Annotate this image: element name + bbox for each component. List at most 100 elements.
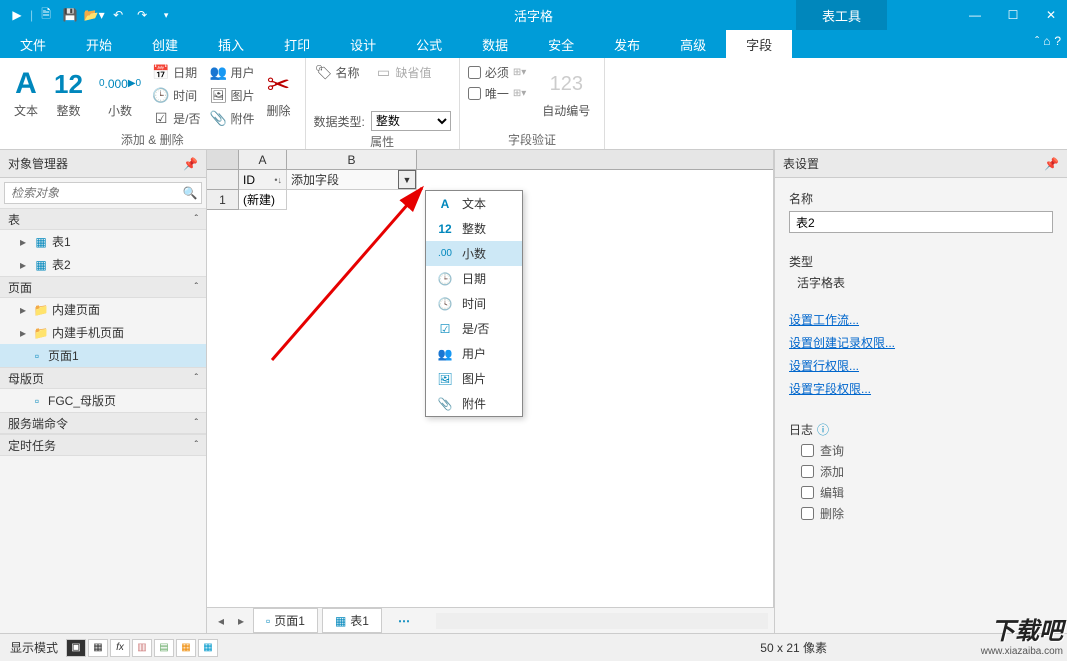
field-type-integer-button[interactable]: 12整数 [48,62,89,123]
pin-icon[interactable]: 📌 [183,157,198,171]
open-button[interactable]: 📂▾ [83,4,105,26]
search-input[interactable] [5,186,179,200]
cell-1-a[interactable]: (新建) [239,190,287,210]
section-pages[interactable]: 页面ˆ [0,276,206,298]
dd-date[interactable]: 🕒日期 [426,266,522,291]
mode-btn-5[interactable]: ▤ [154,639,174,657]
new-button[interactable]: 🗎 [35,4,57,26]
menu-advanced[interactable]: 高级 [660,30,726,58]
mode-btn-7[interactable]: ▦ [198,639,218,657]
folder-builtin-pages[interactable]: ▸📁内建页面 [0,298,206,321]
dd-time[interactable]: 🕓时间 [426,291,522,316]
data-type-select[interactable]: 整数 [371,111,451,131]
corner-cell[interactable] [207,150,239,169]
pin-icon-right[interactable]: 📌 [1044,157,1059,171]
section-server-commands[interactable]: 服务端命令ˆ [0,412,206,434]
menu-file[interactable]: 文件 [0,30,66,58]
menu-publish[interactable]: 发布 [594,30,660,58]
menu-create[interactable]: 创建 [132,30,198,58]
row-header-1[interactable]: 1 [207,190,239,210]
log-add-checkbox[interactable] [801,465,814,478]
menu-design[interactable]: 设计 [330,30,396,58]
section-master[interactable]: 母版页ˆ [0,367,206,389]
status-bar: 显示模式 ▣ ▦ fx ▥ ▤ ▦ ▦ 50 x 21 像素 [0,633,1067,661]
dd-decimal[interactable]: .00小数 [426,241,522,266]
sheet-tab-table1[interactable]: ▦表1 [322,608,382,633]
log-delete-checkbox[interactable] [801,507,814,520]
field-row-header[interactable] [207,170,239,190]
link-field-permission[interactable]: 设置字段权限... [789,380,1053,397]
mode-btn-1[interactable]: ▣ [66,639,86,657]
section-scheduled-tasks[interactable]: 定时任务ˆ [0,434,206,456]
field-type-image-button[interactable]: 🖼图片 [208,85,256,106]
maximize-button[interactable]: ☐ [1003,5,1023,25]
log-query-checkbox[interactable] [801,444,814,457]
undo-button[interactable]: ↶ [107,4,129,26]
menu-data[interactable]: 数据 [462,30,528,58]
cell-1-b[interactable] [287,190,417,210]
menu-print[interactable]: 打印 [264,30,330,58]
mode-btn-2[interactable]: ▦ [88,639,108,657]
auto-number-button[interactable]: 123自动编号 [536,62,596,123]
sheet-nav-prev[interactable]: ▸ [233,614,249,628]
dd-attachment[interactable]: 📎附件 [426,391,522,416]
search-icon[interactable]: 🔍 [179,186,201,200]
unique-checkbox[interactable] [468,87,481,100]
menu-formula[interactable]: 公式 [396,30,462,58]
master-page-item[interactable]: ▫FGC_母版页 [0,389,206,412]
field-type-yesno-button[interactable]: ☑是/否 [151,108,202,129]
run-button[interactable]: ▶ [6,4,28,26]
required-checkbox[interactable] [468,66,481,79]
link-create-permission[interactable]: 设置创建记录权限... [789,334,1053,351]
dd-image[interactable]: 🖼图片 [426,366,522,391]
table-item-1[interactable]: ▸▦表1 [0,230,206,253]
mode-btn-6[interactable]: ▦ [176,639,196,657]
menu-insert[interactable]: 插入 [198,30,264,58]
dd-text[interactable]: A文本 [426,191,522,216]
id-field-cell[interactable]: ID•↓ [239,170,287,190]
save-button[interactable]: 💾 [59,4,81,26]
menu-start[interactable]: 开始 [66,30,132,58]
col-header-b[interactable]: B [287,150,417,169]
contextual-tab-table-tools[interactable]: 表工具 [796,0,887,30]
dd-yesno[interactable]: ☑是/否 [426,316,522,341]
close-button[interactable]: ✕ [1041,5,1061,25]
field-type-attachment-button[interactable]: 📎附件 [208,108,256,129]
add-field-cell[interactable]: 添加字段 ▼ [287,170,417,190]
field-type-date-button[interactable]: 📅日期 [151,62,202,83]
menu-security[interactable]: 安全 [528,30,594,58]
delete-field-button[interactable]: ✂删除 [260,62,296,123]
link-workflow[interactable]: 设置工作流... [789,311,1053,328]
sheet-tab-more[interactable]: ⋯ [386,611,422,631]
sheet-tab-page1[interactable]: ▫页面1 [253,608,318,633]
qat-more-button[interactable]: ▾ [155,4,177,26]
folder-builtin-mobile-pages[interactable]: ▸📁内建手机页面 [0,321,206,344]
redo-button[interactable]: ↷ [131,4,153,26]
log-edit-checkbox[interactable] [801,486,814,499]
field-name-button[interactable]: 🏷名称 [314,62,362,83]
horizontal-scrollbar[interactable] [436,613,768,629]
default-value-button[interactable]: ▭缺省值 [374,62,434,83]
dd-integer[interactable]: 12整数 [426,216,522,241]
page-item-page1[interactable]: ▫页面1 [0,344,206,367]
table-name-input[interactable] [789,211,1053,233]
dd-user[interactable]: 👥用户 [426,341,522,366]
field-type-user-button[interactable]: 👥用户 [208,62,256,83]
section-tables[interactable]: 表ˆ [0,208,206,230]
home-icon[interactable]: ⌂ [1043,34,1050,48]
field-type-text-button[interactable]: A文本 [8,62,44,123]
mode-btn-fx[interactable]: fx [110,639,130,657]
table-item-2[interactable]: ▸▦表2 [0,253,206,276]
help-icon[interactable]: ? [1054,34,1061,48]
info-icon[interactable]: ⓘ [817,421,829,438]
mode-btn-4[interactable]: ▥ [132,639,152,657]
collapse-ribbon-icon[interactable]: ˆ [1035,34,1039,48]
sheet-nav-first[interactable]: ◂ [213,614,229,628]
minimize-button[interactable]: — [965,5,985,25]
field-type-decimal-button[interactable]: 0.000▶0小数 [93,62,147,123]
col-header-a[interactable]: A [239,150,287,169]
menu-field[interactable]: 字段 [726,30,792,58]
link-row-permission[interactable]: 设置行权限... [789,357,1053,374]
add-field-dropdown-button[interactable]: ▼ [398,170,416,189]
field-type-time-button[interactable]: 🕒时间 [151,85,202,106]
